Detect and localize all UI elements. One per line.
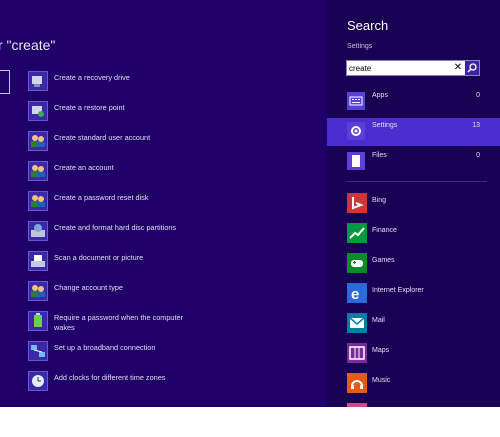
- result-label: Set up a broadband connection: [54, 343, 156, 352]
- category-files[interactable]: Files 0: [327, 148, 500, 176]
- app-label: Maps: [372, 347, 390, 354]
- finance-icon: [347, 223, 367, 243]
- search-input[interactable]: [349, 62, 449, 74]
- user-account-icon: [28, 191, 48, 211]
- scanner-icon: [28, 251, 48, 271]
- search-icon: [467, 63, 477, 73]
- result-item[interactable]: Set up a broadband connection: [28, 341, 318, 365]
- app-label: Music: [372, 377, 391, 384]
- app-games[interactable]: Games: [327, 253, 500, 279]
- result-label: Create a restore point: [54, 103, 125, 112]
- category-settings[interactable]: Settings 13: [327, 118, 500, 146]
- results-heading: r "create": [0, 37, 56, 53]
- category-label: Apps: [372, 92, 388, 99]
- result-label: Require a password when the computer wak…: [54, 313, 183, 332]
- power-battery-icon: [28, 311, 48, 331]
- bing-icon: [347, 193, 367, 213]
- app-internet-explorer[interactable]: e Internet Explorer: [327, 283, 500, 309]
- search-box: ✕: [346, 60, 480, 76]
- charm-divider: [347, 181, 487, 182]
- app-icon: [347, 403, 367, 407]
- category-apps[interactable]: Apps 0: [327, 88, 500, 116]
- user-account-icon: [28, 281, 48, 301]
- file-icon: [347, 152, 365, 170]
- app-bing[interactable]: Bing: [327, 193, 500, 219]
- result-item[interactable]: Create a recovery drive: [28, 71, 318, 95]
- category-label: Files: [372, 152, 387, 159]
- result-item[interactable]: Create standard user account: [28, 131, 318, 155]
- user-account-icon: [28, 131, 48, 151]
- scope-selector[interactable]: [0, 70, 10, 94]
- result-item[interactable]: Require a password when the computer wak…: [28, 311, 318, 335]
- app-label: Games: [372, 257, 395, 264]
- result-item[interactable]: Change account type: [28, 281, 318, 305]
- gear-icon: [347, 122, 365, 140]
- app-label: Bing: [372, 197, 387, 204]
- result-label: Create an account: [54, 163, 114, 172]
- clear-search-button[interactable]: ✕: [452, 61, 464, 75]
- result-item[interactable]: Create an account: [28, 161, 318, 185]
- keyboard-apps-icon: [347, 92, 365, 110]
- app-mail[interactable]: Mail: [327, 313, 500, 339]
- app-label: Internet Explorer: [372, 287, 424, 294]
- app-music[interactable]: Music: [327, 373, 500, 399]
- charm-title: Search: [347, 18, 389, 33]
- user-account-icon: [28, 161, 48, 181]
- restore-point-icon: [28, 101, 48, 121]
- category-label: Settings: [372, 122, 398, 129]
- search-button[interactable]: [465, 61, 479, 75]
- app-maps[interactable]: Maps: [327, 343, 500, 369]
- music-icon: [347, 373, 367, 393]
- result-item[interactable]: Create a password reset disk: [28, 191, 318, 215]
- result-label: Scan a document or picture: [54, 253, 144, 262]
- result-item[interactable]: Create a restore point: [28, 101, 318, 125]
- games-icon: [347, 253, 367, 273]
- result-label: Create a password reset disk: [54, 193, 149, 202]
- result-label: Create standard user account: [54, 133, 151, 142]
- mail-icon: [347, 313, 367, 333]
- clock-icon: [28, 371, 48, 391]
- result-label: Add clocks for different time zones: [54, 373, 166, 382]
- category-count: 0: [476, 152, 480, 159]
- internet-explorer-icon: e: [347, 283, 367, 303]
- result-label: Create a recovery drive: [54, 73, 130, 82]
- network-icon: [28, 341, 48, 361]
- recovery-drive-icon: [28, 71, 48, 91]
- app-partial[interactable]: [327, 403, 500, 407]
- disk-management-icon: [28, 221, 48, 241]
- result-item[interactable]: Scan a document or picture: [28, 251, 318, 275]
- category-count: 13: [472, 122, 480, 129]
- category-count: 0: [476, 92, 480, 99]
- maps-icon: [347, 343, 367, 363]
- result-label: Change account type: [54, 283, 123, 292]
- search-scope-label: Settings: [347, 43, 373, 50]
- result-item[interactable]: Add clocks for different time zones: [28, 371, 318, 395]
- app-finance[interactable]: Finance: [327, 223, 500, 249]
- start-screen: r "create" Create a recovery drive Creat…: [0, 0, 500, 407]
- app-label: Finance: [372, 227, 397, 234]
- svg-text:e: e: [351, 286, 359, 303]
- result-label: Create and format hard disc partitions: [54, 223, 177, 232]
- search-charm: Search Settings ✕ Apps 0 Settings 13: [327, 0, 500, 407]
- app-label: Mail: [372, 317, 385, 324]
- result-item[interactable]: Create and format hard disc partitions: [28, 221, 318, 245]
- search-results-pane: r "create" Create a recovery drive Creat…: [0, 0, 327, 407]
